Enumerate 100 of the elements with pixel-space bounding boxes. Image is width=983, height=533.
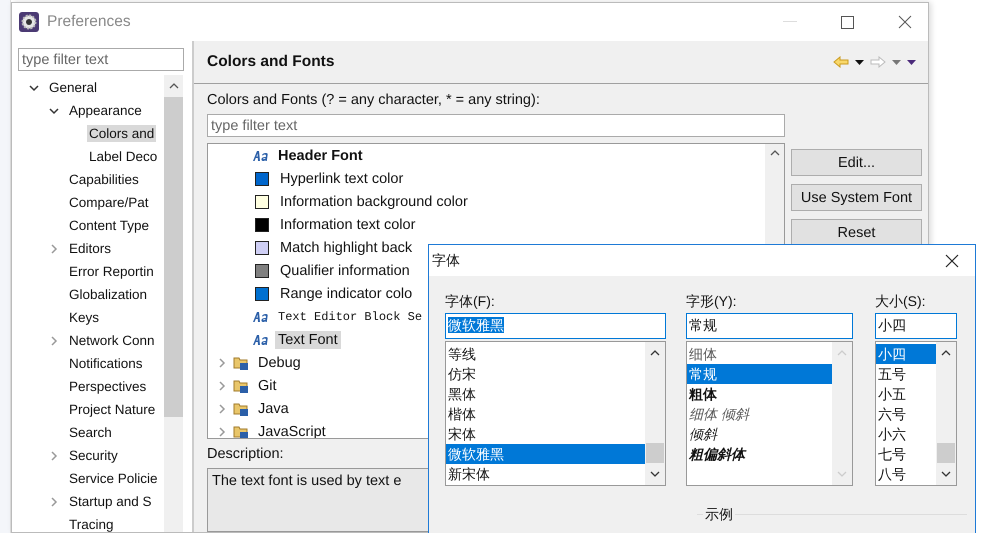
chevron-down-icon[interactable] <box>49 106 59 116</box>
action-button[interactable]: Use System Font <box>791 184 922 211</box>
group-label: 示例 <box>703 506 735 524</box>
chevron-right-icon[interactable] <box>49 496 59 506</box>
list-item[interactable]: 黑体 <box>446 384 645 404</box>
list-item[interactable]: 五号 <box>876 364 936 384</box>
chevron-right-icon[interactable] <box>217 380 227 390</box>
chevron-right-icon[interactable] <box>217 426 227 436</box>
description-label: Description: <box>207 446 284 464</box>
chevron-right-icon[interactable] <box>217 404 227 414</box>
action-button[interactable]: Reset <box>791 219 922 246</box>
list-item[interactable]: 等线 <box>446 344 645 364</box>
font-icon <box>253 334 269 344</box>
tree-item[interactable]: Search <box>67 424 114 441</box>
field-label: 字体(F): <box>445 293 496 311</box>
chevron-right-icon[interactable] <box>49 244 59 254</box>
scroll-up-icon[interactable] <box>770 150 780 156</box>
scroll-thumb[interactable] <box>164 97 183 417</box>
tree-item[interactable]: Content Type <box>67 217 152 234</box>
chevron-right-icon[interactable] <box>49 336 59 346</box>
list-item[interactable]: 新宋体 <box>446 464 645 484</box>
scroll-thumb[interactable] <box>937 443 955 463</box>
tree-item[interactable]: Error Reportin <box>67 263 156 280</box>
filter-field[interactable]: type filter text <box>18 48 184 71</box>
list-item[interactable]: 楷体 <box>446 404 645 424</box>
action-button[interactable]: Edit... <box>791 149 922 176</box>
tree-item[interactable]: Network Conn <box>67 332 157 349</box>
back-arrow-icon[interactable] <box>833 56 849 68</box>
close-icon[interactable] <box>945 254 959 268</box>
scroll-up-icon[interactable] <box>941 350 951 356</box>
scrollbar[interactable] <box>645 342 665 485</box>
chevron-down-icon[interactable] <box>29 82 39 92</box>
list-item[interactable]: 微软雅黑 <box>446 444 645 464</box>
tree-item[interactable]: Project Nature <box>67 401 158 418</box>
tree-item[interactable]: Label Deco <box>87 148 160 165</box>
list-item[interactable]: Text Font <box>275 330 341 348</box>
list-item[interactable]: 小四 <box>876 344 936 364</box>
list-item[interactable]: 细体 <box>687 344 832 364</box>
tree-item[interactable]: Capabilities <box>67 171 141 188</box>
tree-item[interactable]: Editors <box>67 240 114 257</box>
filter-field[interactable]: type filter text <box>207 114 785 137</box>
text-field[interactable]: 常规 <box>686 313 853 339</box>
list-item[interactable]: Debug <box>255 354 304 372</box>
list-item[interactable]: 常规 <box>687 364 832 384</box>
tree-item[interactable]: Security <box>67 447 120 464</box>
list-item[interactable]: 七号 <box>876 444 936 464</box>
scrollbar[interactable] <box>164 75 183 532</box>
filter-label: Colors and Fonts (? = any character, * = any string): <box>207 92 540 110</box>
tree-item[interactable]: Service Policie <box>67 470 160 487</box>
list-item[interactable]: 仿宋 <box>446 364 645 384</box>
list-item[interactable]: 六号 <box>876 404 936 424</box>
folder-icon <box>233 424 249 438</box>
list-item[interactable]: 八号 <box>876 464 936 484</box>
menu-icon[interactable] <box>907 60 916 64</box>
tree-item[interactable]: Appearance <box>67 102 144 119</box>
text-field[interactable]: 小四 <box>875 313 957 339</box>
folder-icon <box>233 401 249 416</box>
close-icon[interactable] <box>898 15 912 29</box>
list-item[interactable]: Header Font <box>275 146 366 164</box>
list-item[interactable]: Match highlight back <box>277 238 416 256</box>
list-item[interactable]: 细体 倾斜 <box>687 404 832 424</box>
tree-item[interactable]: Startup and S <box>67 493 154 510</box>
font-icon <box>253 312 269 322</box>
text-field[interactable]: 微软雅黑 <box>445 313 666 339</box>
list-item[interactable]: Qualifier information <box>277 262 413 280</box>
list-item[interactable]: 小五 <box>876 384 936 404</box>
tree-item[interactable]: General <box>47 79 100 96</box>
list-item[interactable]: Hyperlink text color <box>277 170 406 188</box>
window-title: Preferences <box>47 13 131 31</box>
chevron-right-icon[interactable] <box>217 358 227 368</box>
list-item[interactable]: 粗偏斜体 <box>687 444 832 464</box>
scroll-down-icon[interactable] <box>650 471 660 477</box>
scroll-up-icon[interactable] <box>168 83 178 89</box>
list-item[interactable]: Information background color <box>277 192 471 210</box>
chevron-right-icon[interactable] <box>49 450 59 460</box>
list-item[interactable]: 宋体 <box>446 424 645 444</box>
list-item[interactable]: 倾斜 <box>687 424 832 444</box>
maximize-icon[interactable] <box>841 16 854 28</box>
tree-item[interactable]: Compare/Pat <box>67 194 151 211</box>
scroll-thumb[interactable] <box>646 443 664 463</box>
list-item[interactable]: Text Editor Block Se <box>275 308 426 324</box>
tree-item[interactable]: Keys <box>67 309 102 326</box>
tree-item[interactable]: Tracing <box>67 516 116 532</box>
tree-item[interactable]: Colors and <box>87 125 156 142</box>
forward-arrow-icon[interactable] <box>870 56 886 68</box>
list-item[interactable]: 小六 <box>876 424 936 444</box>
field-label: 大小(S): <box>875 293 927 311</box>
list-item[interactable]: Git <box>255 376 280 394</box>
list-item[interactable]: Information text color <box>277 216 418 234</box>
tree-item[interactable]: Perspectives <box>67 378 148 395</box>
tree-item[interactable]: Globalization <box>67 286 150 303</box>
scroll-down-icon[interactable] <box>941 471 951 477</box>
list-item[interactable]: Range indicator colo <box>277 284 416 302</box>
folder-icon <box>233 378 249 393</box>
scrollbar[interactable] <box>936 342 956 485</box>
list-item[interactable]: 粗体 <box>687 384 832 404</box>
tree-item[interactable]: Notifications <box>67 355 145 372</box>
scroll-up-icon[interactable] <box>650 350 660 356</box>
list-item[interactable]: Java <box>255 400 292 418</box>
dropdown-icon[interactable] <box>855 60 864 64</box>
